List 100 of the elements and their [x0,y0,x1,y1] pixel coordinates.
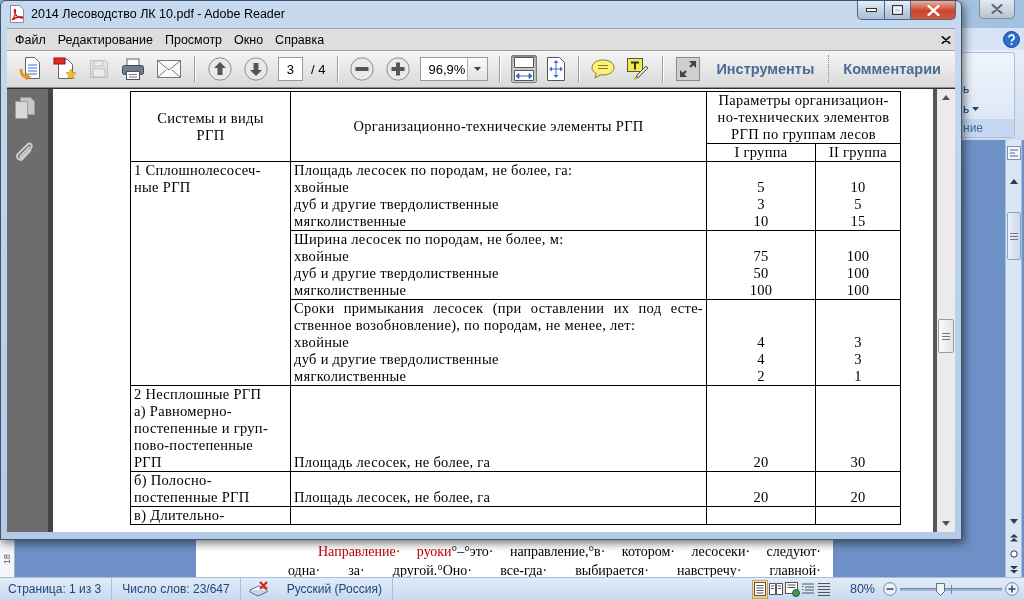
page-count: / 4 [311,61,326,77]
table-value: 5 [756,179,766,196]
create-button[interactable] [17,55,43,83]
document-star-icon [53,57,77,81]
ruler-toggle-button[interactable] [1006,146,1021,160]
table-value: 5 [853,196,863,213]
ruler-toggle-icon [1006,146,1021,160]
system-name: 1 Сплошнолесосеч- ные РГП [134,162,262,196]
scroll-mode-button[interactable] [510,55,537,83]
table-value: 100 [845,248,871,265]
comment-button[interactable] [589,57,618,81]
system-name: в) Длительно- [134,507,226,524]
speech-bubble-icon [591,59,616,79]
zoom-in-button[interactable] [384,55,413,83]
menu-item[interactable]: Окно [228,29,270,50]
page-number-field[interactable]: 3 [277,57,304,81]
double-down-icon [1009,566,1018,574]
parameter-label: дуб и другие твердолиственные [294,265,500,282]
minus-icon [350,57,375,81]
word-scrollbar-thumb[interactable] [1006,212,1021,260]
table-value: 3 [756,196,766,213]
arrow-down-icon [243,57,268,81]
grip-icon [1009,232,1018,240]
table-value: 100 [748,282,774,299]
zoom-field[interactable]: 96,9% [420,57,488,81]
zoom-dropdown-button[interactable] [466,58,487,80]
grip-icon [942,332,950,340]
scrollbar-thumb[interactable] [938,319,954,353]
menu-item[interactable]: Просмотр [158,29,229,50]
ribbon-command-label[interactable]: ь [963,82,970,96]
caret-down-icon [473,67,481,71]
ruler-label: 18 [2,553,12,564]
word-close-button[interactable] [979,0,1015,19]
plus-icon [1005,582,1019,596]
maximize-button[interactable] [884,1,911,20]
zoom-in-button[interactable] [1005,582,1019,596]
panel-link[interactable]: Комментарии [837,61,947,77]
minus-icon [883,582,897,596]
menu-item[interactable]: Редактирование [51,29,159,50]
parameter-label: хвойные [294,334,351,351]
view-button[interactable] [783,579,800,599]
zoom-level-button[interactable]: 80% [849,582,875,596]
document-arrow-icon [19,57,41,81]
zoom-out-button[interactable] [348,55,377,83]
scrollbar[interactable] [937,89,955,532]
panel-link[interactable]: Инструменты [710,61,821,77]
parameter-heading: Площадь лесосек по породам, не более, га: [294,162,574,179]
diagonal-arrows-icon [676,57,701,81]
table-value: 3 [853,351,863,368]
close-icon [926,4,940,16]
attachments-button[interactable] [15,141,35,163]
table-value: 2 [756,368,766,385]
parameter-heading: Ширина лесосек по породам, не более, м: [294,231,565,248]
menu-item[interactable]: Справка [269,29,331,50]
word-count-status[interactable]: Число слов: 23/647 [112,578,241,600]
print-button[interactable] [119,56,147,82]
open-book-icon [767,581,784,597]
column-header: Параметры организацион- но-технических элементов РГП по группам лесов [716,92,891,143]
pages-icon [15,97,35,119]
parameter-label: Площадь лесосек, не более, га [294,489,492,506]
fit-page-button[interactable] [544,55,567,83]
view-button[interactable] [751,579,768,599]
close-icon [991,4,1003,14]
envelope-icon [157,60,181,78]
close-button[interactable] [910,1,956,20]
page-arrows-icon [546,57,565,81]
page-status[interactable]: Страница: 1 из 3 [0,578,113,600]
table-value: 3 [853,334,863,351]
table-value: 10 [849,179,867,196]
minimize-button[interactable] [857,1,885,20]
parameter-label: мягколиственные [294,213,408,230]
help-icon [1003,30,1020,48]
help-button[interactable] [1003,30,1020,48]
parameter-label: дуб и другие твердолиственные [294,351,500,368]
word-scrollbar[interactable] [1005,140,1022,577]
parameter-label: дуб и другие твердолиственные [294,196,500,213]
column-header: II группа [827,144,889,161]
ribbon-command-label[interactable]: ь [963,102,970,116]
scroll-up-icon [942,95,950,100]
previous-page-button[interactable] [205,55,234,83]
caret-down-icon [972,107,980,111]
read-mode-button[interactable] [674,55,703,83]
parameter-label: мягколиственные [294,282,408,299]
column-header: Организационно-технические элементы РГП [352,118,645,135]
menu-item[interactable]: Файл [9,29,52,50]
email-button[interactable] [155,58,183,80]
share-button[interactable] [51,55,79,83]
zoom-out-button[interactable] [883,582,897,596]
table-value: 50 [752,265,770,282]
document-text-line: Направление· руоки°–°это· направление,°в· котором· лесосеки· следуют· [317,543,821,561]
parameter-label: Площадь лесосек, не более, га [294,454,492,471]
list-icon [799,581,816,597]
next-page-button[interactable] [241,55,270,83]
scroll-up-icon [1009,178,1018,184]
ribbon-group-label: ние [962,119,1014,137]
arrow-up-icon [207,57,232,81]
pages-button[interactable] [15,97,35,119]
zoom-slider-thumb[interactable] [936,582,946,596]
language-status[interactable]: Русский (Россия) [276,578,393,600]
column-header: I группа [733,144,789,161]
